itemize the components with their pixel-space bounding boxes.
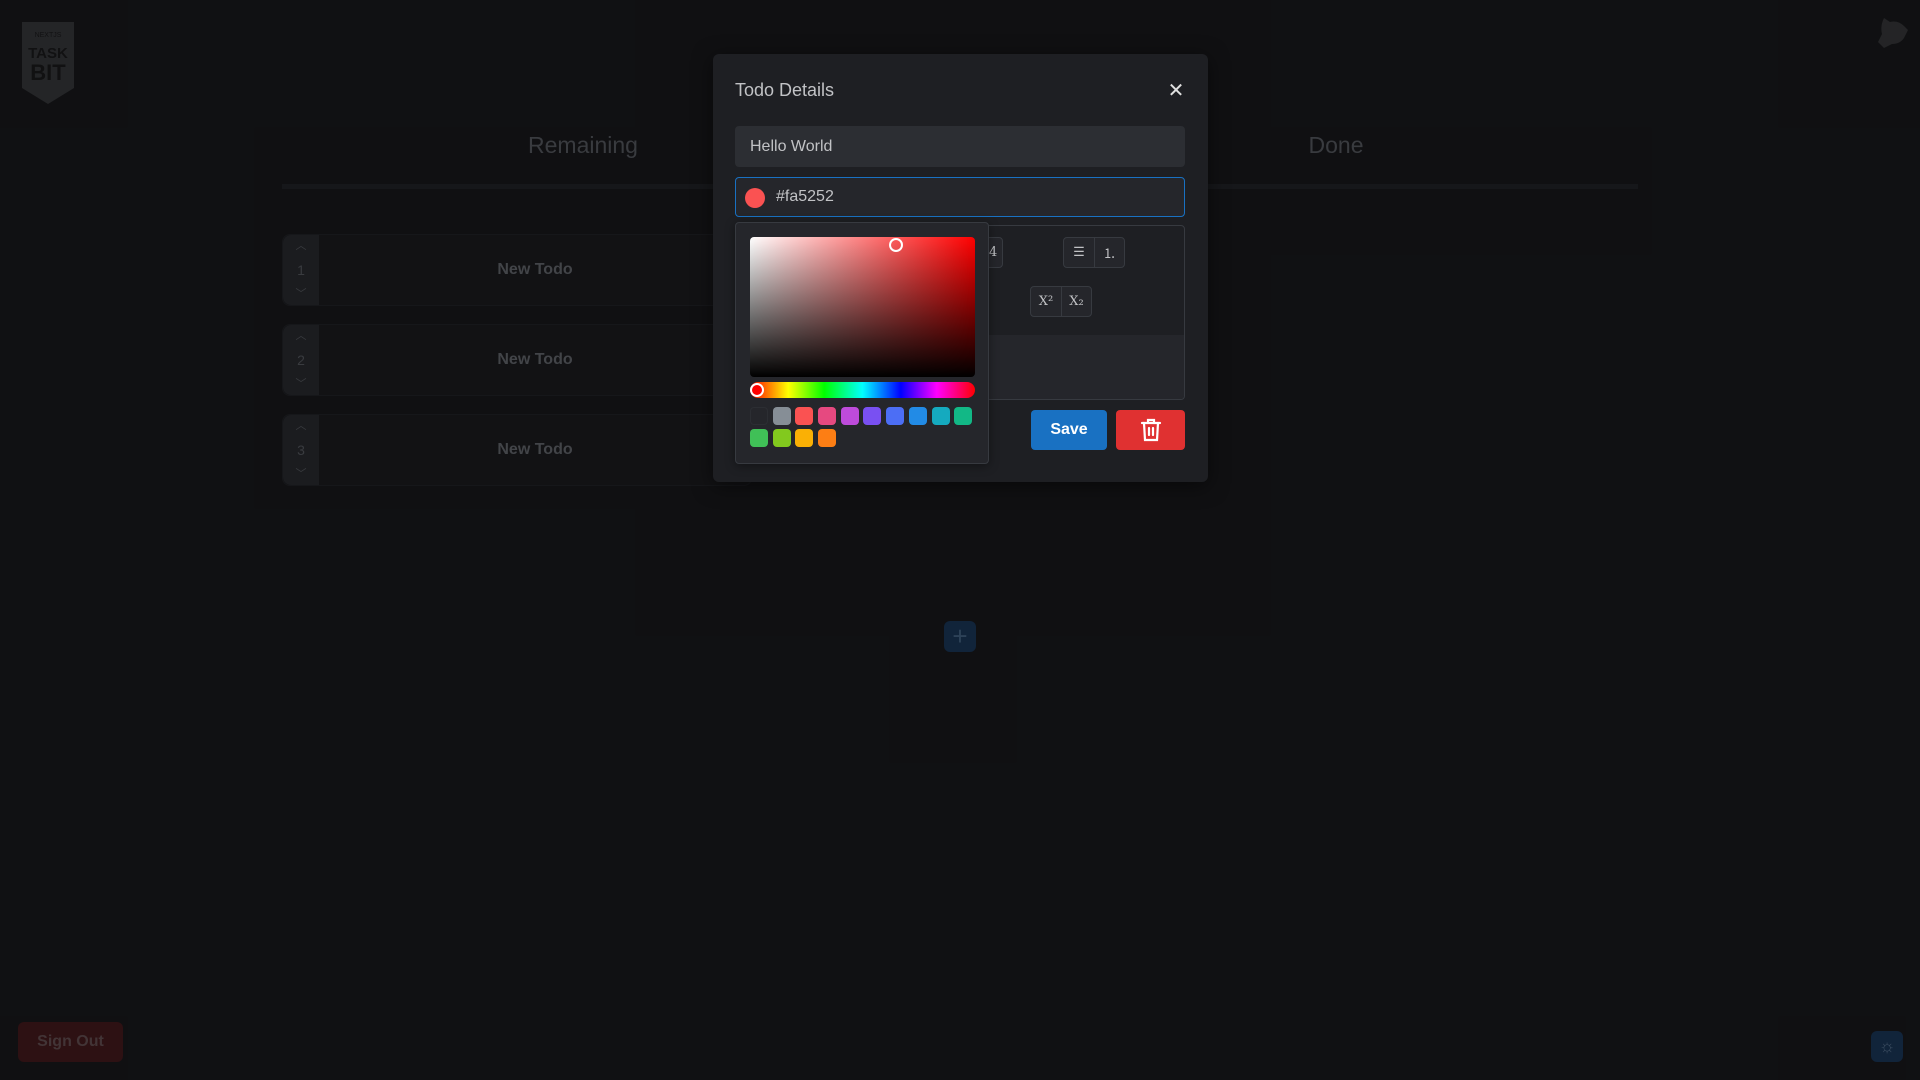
toolbar-list-group: ☰ ⒈ [1063,237,1125,268]
color-swatch[interactable] [795,429,814,447]
saturation-panel[interactable] [750,237,975,377]
bullet-list-icon[interactable]: ☰ [1064,238,1094,267]
toolbar-script-group: X² X₂ [1030,286,1092,317]
color-swatch[interactable] [954,407,973,425]
trash-icon [1140,418,1161,442]
color-swatch[interactable] [772,407,791,425]
color-swatches [750,407,980,447]
saturation-thumb[interactable] [889,238,904,253]
color-swatch[interactable] [750,429,768,447]
color-swatch[interactable] [795,407,814,425]
color-preview-swatch [745,188,765,208]
hue-slider[interactable] [750,382,975,398]
superscript-button[interactable]: X² [1031,287,1061,316]
delete-button[interactable] [1116,410,1185,450]
close-icon[interactable]: ✕ [1164,78,1188,102]
todo-title-input[interactable] [735,126,1185,167]
color-input-field[interactable] [735,177,1185,217]
app-page: NEXTJS TASK BIT Remaining Done ︿ 1 ﹀ New… [0,0,1920,1080]
color-swatch[interactable] [818,407,837,425]
color-swatch[interactable] [840,407,859,425]
ordered-list-icon[interactable]: ⒈ [1094,238,1124,267]
color-swatch[interactable] [818,429,837,447]
color-swatch[interactable] [750,407,768,425]
color-swatch[interactable] [886,407,905,425]
color-swatch[interactable] [772,429,791,447]
save-button[interactable]: Save [1031,410,1107,450]
color-swatch[interactable] [908,407,927,425]
color-picker-popover [735,222,989,464]
color-hex-input[interactable] [776,178,1176,216]
modal-title: Todo Details [735,80,835,100]
color-swatch[interactable] [863,407,882,425]
color-swatch[interactable] [931,407,950,425]
hue-thumb[interactable] [750,383,764,397]
subscript-button[interactable]: X₂ [1061,287,1091,316]
